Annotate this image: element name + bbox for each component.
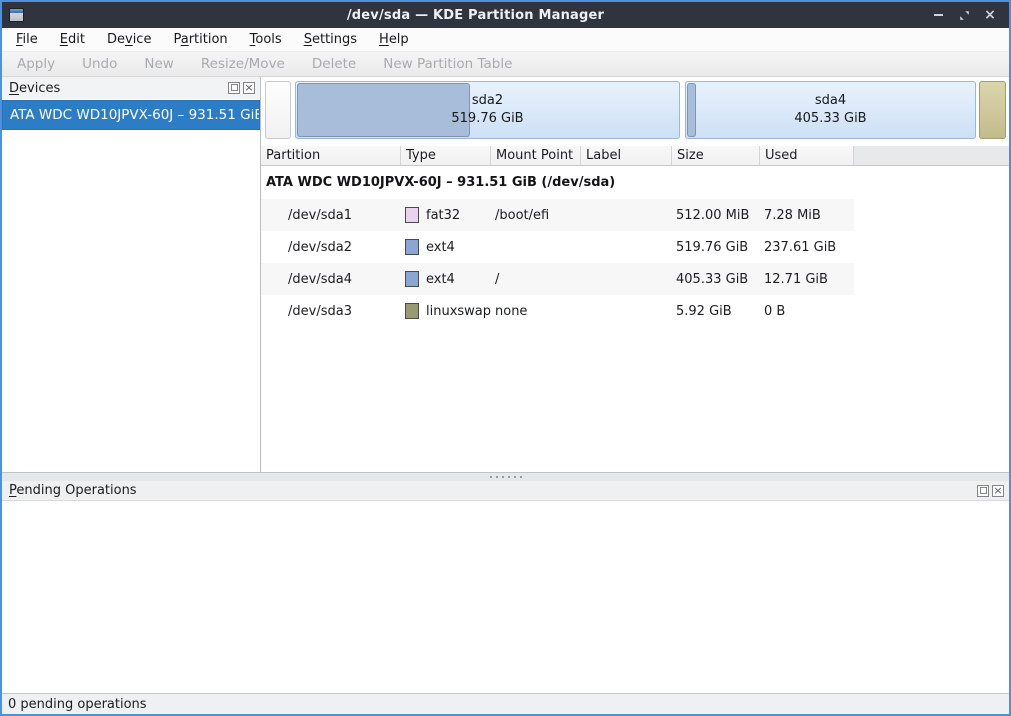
- segment-name: sda4: [815, 92, 846, 110]
- maximize-button[interactable]: [953, 4, 975, 26]
- close-panel-icon[interactable]: [992, 485, 1004, 497]
- filesystem-color-swatch: [405, 239, 419, 255]
- filesystem-color-swatch: [405, 303, 419, 319]
- menubar: File Edit Device Partition Tools Setting…: [2, 28, 1009, 52]
- delete-button[interactable]: Delete: [303, 53, 365, 75]
- horizontal-splitter-handle[interactable]: [2, 473, 1009, 481]
- menu-help[interactable]: Help: [368, 29, 420, 50]
- menu-tools[interactable]: Tools: [239, 29, 293, 50]
- column-header-size[interactable]: Size: [672, 146, 760, 166]
- filesystem-color-swatch: [405, 271, 419, 287]
- partition-bar-segment-sda4[interactable]: sda4 405.33 GiB: [685, 81, 976, 139]
- devices-panel-header: Devices: [2, 77, 260, 99]
- partition-name: /dev/sda2: [261, 240, 401, 255]
- titlebar: /dev/sda — KDE Partition Manager ×: [2, 2, 1009, 28]
- partition-name: /dev/sda3: [261, 304, 401, 319]
- device-list-item-sda[interactable]: ATA WDC WD10JPVX-60J – 931.51 GiB ...: [2, 100, 260, 130]
- float-panel-icon[interactable]: [228, 82, 240, 94]
- column-header-used[interactable]: Used: [760, 146, 854, 166]
- column-header-label[interactable]: Label: [581, 146, 672, 166]
- segment-name: sda2: [472, 92, 503, 110]
- used-space-fill: [297, 83, 470, 137]
- close-panel-icon[interactable]: [243, 82, 255, 94]
- statusbar: 0 pending operations: [2, 693, 1009, 714]
- column-header-type[interactable]: Type: [401, 146, 491, 166]
- mount-point: /boot/efi: [491, 208, 581, 223]
- devices-panel: Devices ATA WDC WD10JPVX-60J – 931.51 Gi…: [2, 77, 261, 472]
- segment-size: 405.33 GiB: [794, 110, 866, 128]
- pending-operations-list: [2, 501, 1009, 693]
- partition-table-header: Partition Type Mount Point Label Size Us…: [261, 146, 1009, 166]
- partition-size: 519.76 GiB: [672, 240, 760, 255]
- minimize-icon: [934, 14, 943, 16]
- column-header-partition[interactable]: Partition: [261, 146, 401, 166]
- partition-name: /dev/sda1: [261, 208, 401, 223]
- resize-move-button[interactable]: Resize/Move: [192, 53, 294, 75]
- pending-operations-header: Pending Operations: [2, 481, 1009, 501]
- float-panel-icon[interactable]: [977, 485, 989, 497]
- partition-name: /dev/sda4: [261, 272, 401, 287]
- filesystem-color-swatch: [405, 207, 419, 223]
- content-panel: sda2 519.76 GiB sda4 405.33 GiB: [261, 77, 1009, 472]
- partition-bar-segment-sda2[interactable]: sda2 519.76 GiB: [295, 81, 680, 139]
- column-header-mount-point[interactable]: Mount Point: [491, 146, 581, 166]
- pending-operations-title: Pending Operations: [9, 483, 137, 498]
- menu-edit[interactable]: Edit: [49, 29, 96, 50]
- partition-bar: sda2 519.76 GiB sda4 405.33 GiB: [265, 81, 1007, 139]
- partition-used: 12.71 GiB: [760, 272, 854, 287]
- partition-used: 7.28 MiB: [760, 208, 854, 223]
- filesystem-type: ext4: [426, 240, 455, 255]
- menu-settings[interactable]: Settings: [293, 29, 368, 50]
- partition-used: 0 B: [760, 304, 854, 319]
- window-title: /dev/sda — KDE Partition Manager: [24, 8, 927, 23]
- new-partition-table-button[interactable]: New Partition Table: [374, 53, 521, 75]
- app-icon: [9, 8, 24, 22]
- new-button[interactable]: New: [135, 53, 182, 75]
- toolbar: Apply Undo New Resize/Move Delete New Pa…: [2, 52, 1009, 77]
- table-row-sda1[interactable]: /dev/sda1 fat32 /boot/efi 512.00 MiB 7.2…: [261, 199, 854, 231]
- apply-button[interactable]: Apply: [8, 53, 64, 75]
- mount-point: /: [491, 272, 581, 287]
- partition-size: 512.00 MiB: [672, 208, 760, 223]
- undo-button[interactable]: Undo: [73, 53, 126, 75]
- table-row-sda3[interactable]: /dev/sda3 linuxswap none 5.92 GiB 0 B: [261, 295, 854, 327]
- used-space-fill: [687, 83, 696, 137]
- partition-bar-segment-sda3[interactable]: [979, 81, 1006, 139]
- menu-device[interactable]: Device: [96, 29, 162, 50]
- close-button[interactable]: ×: [979, 4, 1001, 26]
- app-window: /dev/sda — KDE Partition Manager × File …: [0, 0, 1011, 716]
- minimize-button[interactable]: [927, 4, 949, 26]
- menu-file[interactable]: File: [5, 29, 49, 50]
- partition-table: Partition Type Mount Point Label Size Us…: [261, 146, 1009, 472]
- table-row-sda2[interactable]: /dev/sda2 ext4 519.76 GiB 237.61 GiB: [261, 231, 854, 263]
- device-group-row[interactable]: ATA WDC WD10JPVX-60J – 931.51 GiB (/dev/…: [261, 166, 1009, 199]
- column-header-filler: [854, 146, 1009, 166]
- partition-used: 237.61 GiB: [760, 240, 854, 255]
- main-area: Devices ATA WDC WD10JPVX-60J – 931.51 Gi…: [2, 77, 1009, 473]
- filesystem-type: fat32: [426, 208, 460, 223]
- device-list: ATA WDC WD10JPVX-60J – 931.51 GiB ...: [2, 99, 260, 472]
- pending-operations-count: 0 pending operations: [8, 697, 147, 712]
- filesystem-type: ext4: [426, 272, 455, 287]
- partition-size: 5.92 GiB: [672, 304, 760, 319]
- partition-size: 405.33 GiB: [672, 272, 760, 287]
- devices-panel-title: Devices: [9, 81, 60, 96]
- menu-partition[interactable]: Partition: [162, 29, 238, 50]
- window-controls: ×: [927, 4, 1001, 26]
- restore-icon: [959, 10, 970, 21]
- partition-bar-segment-sda1[interactable]: [265, 81, 291, 139]
- table-row-sda4[interactable]: /dev/sda4 ext4 / 405.33 GiB 12.71 GiB: [261, 263, 854, 295]
- filesystem-type: linuxswap: [426, 304, 491, 319]
- mount-point: none: [491, 304, 581, 319]
